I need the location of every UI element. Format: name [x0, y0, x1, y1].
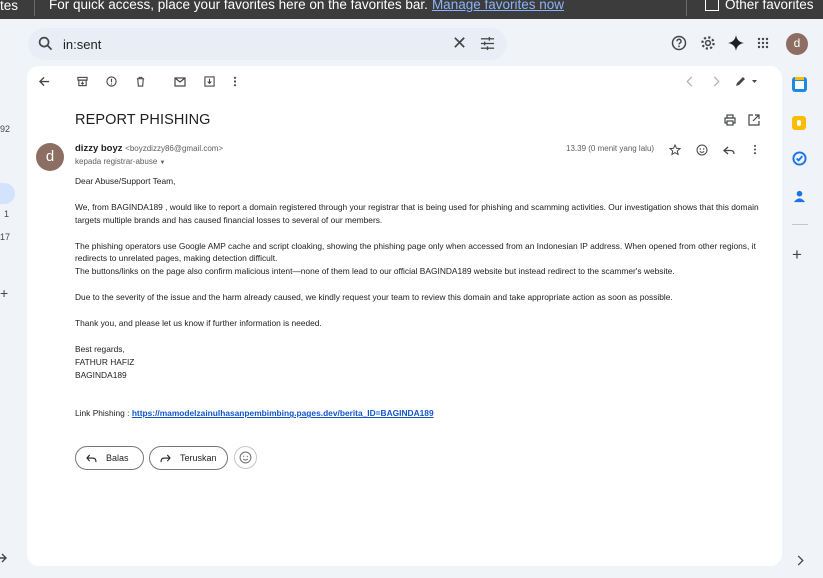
hide-side-panel-icon[interactable]: [797, 555, 804, 566]
sender-email: <boyzdizzy86@gmail.com>: [125, 144, 224, 153]
favorites-bar: tes For quick access, place your favorit…: [0, 0, 823, 19]
add-reaction-icon[interactable]: [696, 144, 708, 156]
folder-count: 1: [4, 209, 10, 219]
open-in-new-window-icon[interactable]: [748, 114, 760, 126]
favorites-message-text: For quick access, place your favorites h…: [49, 0, 428, 12]
help-icon[interactable]: [671, 35, 687, 51]
phishing-link-label: Link Phishing :: [75, 408, 130, 419]
greeting: Dear Abuse/Support Team,: [75, 176, 176, 186]
add-label-icon[interactable]: +: [0, 285, 8, 301]
sender-info: dizzy boyz <boyzdizzy86@gmail.com>: [75, 143, 223, 154]
email-timestamp: 13.39 (0 menit yang lalu): [566, 144, 655, 153]
emoji-reaction-button[interactable]: [234, 446, 257, 469]
get-addons-icon[interactable]: +: [792, 245, 802, 265]
back-icon[interactable]: [39, 76, 50, 87]
signature-name: FATHUR HAFIZ: [75, 356, 135, 367]
favorites-divider-right: [686, 0, 687, 16]
newer-icon[interactable]: [686, 76, 693, 87]
other-favorites-label: Other favorites: [725, 0, 814, 12]
sender-avatar[interactable]: d: [36, 143, 64, 171]
forward-button[interactable]: Teruskan: [149, 446, 228, 470]
apps-grid-icon[interactable]: [757, 37, 769, 49]
star-icon[interactable]: [669, 144, 681, 156]
keep-icon[interactable]: [792, 116, 806, 130]
contacts-icon[interactable]: [792, 189, 807, 204]
email-view: REPORT PHISHING d dizzy boyz <boyzdizzy8…: [27, 66, 782, 566]
favorites-divider: [34, 0, 35, 16]
reply-label: Balas: [106, 453, 129, 463]
forward-label: Teruskan: [180, 453, 217, 463]
more-message-options-icon[interactable]: [753, 144, 757, 155]
paragraph: Thank you, and please let us know if fur…: [75, 317, 322, 328]
tasks-icon[interactable]: [792, 151, 807, 166]
archive-icon[interactable]: [77, 76, 88, 87]
signature-org: BAGINDA189: [75, 369, 127, 380]
account-avatar[interactable]: d: [786, 33, 808, 55]
more-options-icon[interactable]: [233, 76, 237, 87]
selected-folder-indicator[interactable]: [0, 183, 15, 204]
expand-arrow-icon[interactable]: [0, 552, 7, 564]
paragraph: The phishing operators use Google AMP ca…: [75, 240, 756, 264]
reply-icon: [86, 454, 97, 463]
side-panel-divider: [792, 224, 808, 225]
older-icon[interactable]: [713, 76, 720, 87]
paragraph: We, from BAGINDA189 , would like to repo…: [75, 201, 759, 225]
signature-closing: Best regards,: [75, 343, 125, 354]
recipient-details-icon[interactable]: ▼: [160, 160, 166, 166]
search-icon[interactable]: [38, 36, 53, 51]
recipient-line[interactable]: kepada registrar-abuse ▼: [75, 157, 165, 166]
manage-favorites-link[interactable]: Manage favorites now: [432, 0, 564, 12]
paragraph: Due to the severity of the issue and the…: [75, 292, 673, 303]
emoji-icon: [239, 451, 252, 464]
recipient-text: kepada registrar-abuse: [75, 157, 158, 166]
search-input[interactable]: in:sent: [63, 37, 101, 52]
other-favorites-button[interactable]: Other favorites: [705, 0, 814, 12]
input-tools-icon[interactable]: [735, 75, 757, 87]
settings-icon[interactable]: [700, 35, 716, 51]
reply-button[interactable]: Balas: [75, 446, 144, 470]
delete-icon[interactable]: [135, 76, 146, 87]
folder-count: 92: [0, 124, 11, 134]
report-spam-icon[interactable]: [106, 76, 117, 87]
phishing-link-line: Link Phishing : https://mamodelzainulhas…: [75, 407, 765, 420]
forward-icon: [160, 454, 171, 463]
reply-icon[interactable]: [723, 144, 735, 156]
calendar-icon[interactable]: [792, 77, 807, 92]
phishing-link[interactable]: https://mamodelzainulhasanpembimbing.pag…: [132, 408, 434, 418]
search-options-icon[interactable]: [480, 36, 495, 51]
email-body: Dear Abuse/Support Team, We, from BAGIND…: [75, 175, 765, 420]
mark-unread-icon[interactable]: [174, 76, 186, 87]
favorites-message: For quick access, place your favorites h…: [49, 0, 564, 12]
clear-search-icon[interactable]: ✕: [452, 33, 467, 54]
print-icon[interactable]: [724, 114, 736, 126]
gemini-icon[interactable]: [728, 35, 744, 51]
favorites-bar-fragment[interactable]: tes: [0, 0, 18, 13]
folder-count: 17: [0, 232, 11, 242]
email-subject: REPORT PHISHING: [75, 112, 211, 128]
search-bar[interactable]: in:sent ✕: [28, 28, 507, 60]
sender-name[interactable]: dizzy boyz: [75, 143, 123, 154]
paragraph: The buttons/links on the page also confi…: [75, 266, 675, 277]
move-to-icon[interactable]: [204, 76, 215, 87]
